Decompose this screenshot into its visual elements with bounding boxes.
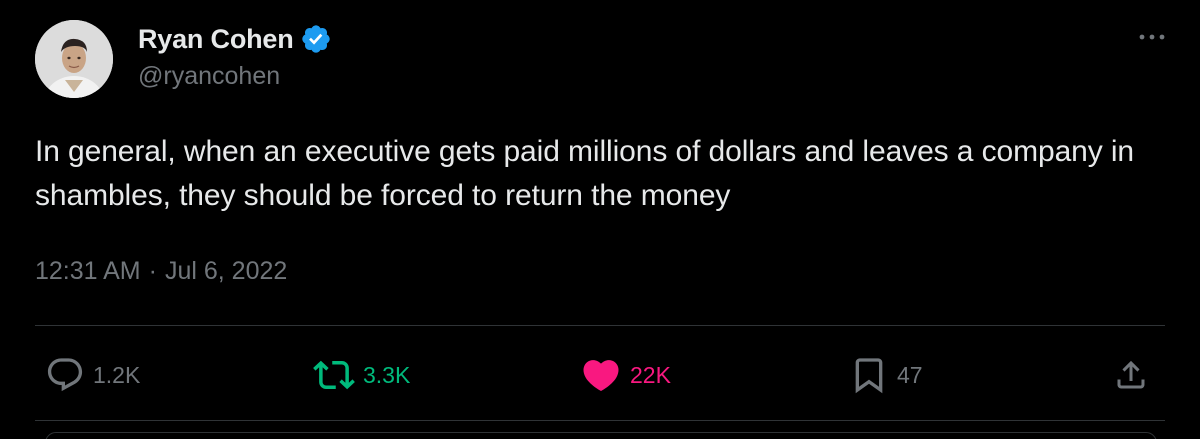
bookmark-button[interactable]: 47 [849, 350, 923, 400]
avatar-image [35, 20, 113, 98]
avatar[interactable] [35, 20, 113, 98]
timestamp-separator: · [148, 257, 157, 285]
tweet-card: Ryan Cohen @ryancohen In general, when a… [0, 0, 1200, 439]
tweet-time: 12:31 AM [35, 257, 141, 285]
like-button[interactable]: 22K [580, 350, 671, 400]
retweet-count: 3.3K [363, 361, 411, 388]
author-name-row: Ryan Cohen [138, 20, 332, 58]
reply-button[interactable]: 1.2K [45, 350, 140, 400]
more-options-button[interactable] [1134, 22, 1170, 52]
reply-icon [47, 358, 83, 392]
tweet-text: In general, when an executive gets paid … [35, 135, 1135, 212]
divider [35, 325, 1165, 326]
tweet-timestamp[interactable]: 12:31 AM · Jul 6, 2022 [35, 257, 287, 286]
retweet-icon [313, 360, 355, 390]
tweet-date: Jul 6, 2022 [164, 257, 288, 285]
bookmark-count: 47 [897, 361, 923, 388]
divider [35, 420, 1165, 421]
action-bar: 1.2K 3.3K 22K 47 [35, 350, 1165, 400]
reply-box-edge [45, 432, 1157, 439]
verified-badge-icon[interactable] [300, 23, 332, 55]
reply-count: 1.2K [93, 361, 141, 388]
author-display-name[interactable]: Ryan Cohen [138, 24, 294, 55]
retweet-button[interactable]: 3.3K [313, 350, 410, 400]
heart-icon [583, 360, 619, 392]
share-icon [1117, 360, 1145, 389]
more-dots-icon [1139, 34, 1165, 40]
like-count: 22K [630, 361, 671, 388]
share-button[interactable] [1113, 350, 1149, 400]
bookmark-icon [855, 358, 883, 394]
author-handle[interactable]: @ryancohen [138, 62, 280, 91]
